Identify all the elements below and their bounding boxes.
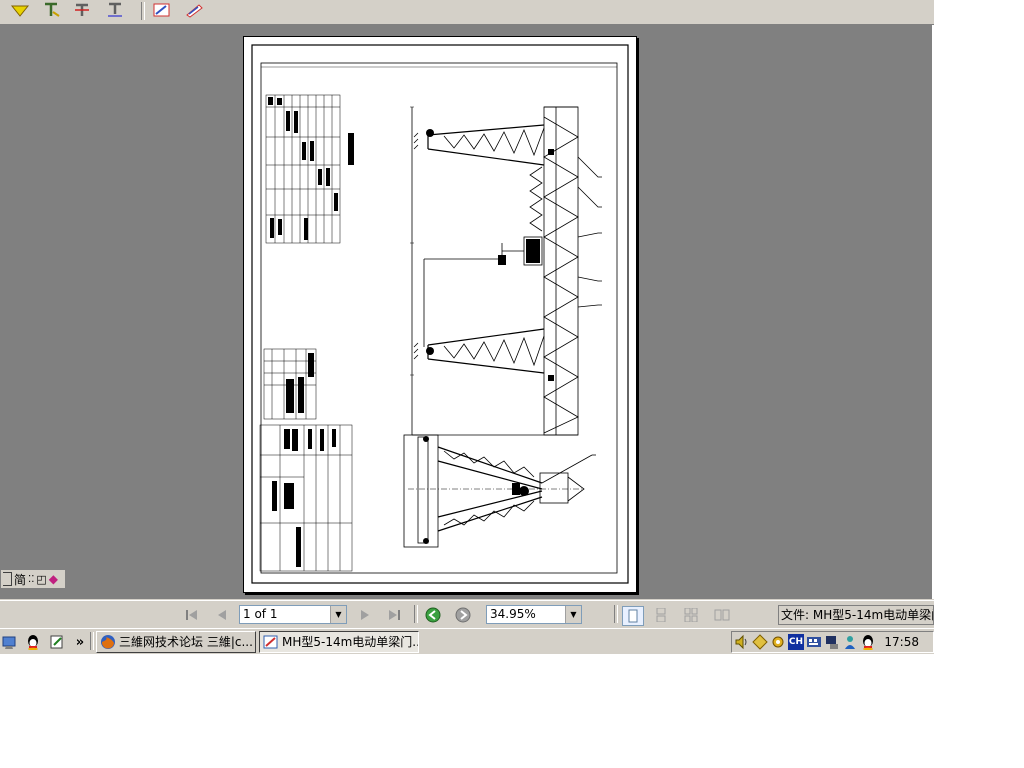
pdf-document-icon	[263, 635, 278, 649]
task-button-browser[interactable]: 三維网技术论坛 三維|c...	[96, 631, 256, 653]
underline-tool-icon[interactable]	[104, 0, 126, 20]
taskbar-separator	[90, 632, 94, 650]
next-page-icon[interactable]	[355, 606, 375, 624]
soft-keyboard-icon[interactable]: ◰	[36, 573, 46, 586]
facing-layout-icon[interactable]	[712, 606, 732, 624]
taskbar: » 三維网技术论坛 三維|c... MH型5-14m电动单梁门... CH 17…	[0, 628, 934, 654]
page-dropdown-arrow-icon[interactable]: ▼	[330, 606, 346, 623]
strike-tool-icon[interactable]	[71, 0, 93, 20]
punctuation-icon[interactable]: ⁚⁚	[28, 574, 34, 585]
previous-page-icon[interactable]	[212, 606, 232, 624]
page-number-input[interactable]: 1 of 1 ▼	[239, 605, 347, 624]
screen: 简 ⁚⁚ ◰ ◆ 1 of 1 ▼ 34.95% ▼ 文件: MH型5-14m电…	[0, 0, 934, 654]
toolbar-separator	[141, 2, 145, 20]
crane-engineering-drawing	[251, 44, 629, 584]
document-view[interactable]	[0, 25, 932, 599]
firefox-icon	[101, 635, 115, 649]
view-edge	[932, 25, 934, 599]
text-tool-icon[interactable]	[40, 0, 62, 20]
ime-menu-icon[interactable]: ◆	[49, 572, 58, 586]
notepad-edit-icon[interactable]	[48, 633, 66, 651]
go-forward-icon[interactable]	[453, 606, 473, 624]
pdf-page	[243, 36, 637, 593]
system-tray: CH 17:58	[731, 631, 934, 653]
task-label: MH型5-14m电动单梁门...	[282, 635, 419, 649]
task-label: 三維网技术论坛 三維|c...	[119, 635, 253, 649]
continuous-facing-layout-icon[interactable]	[681, 606, 701, 624]
computer-icon[interactable]	[824, 634, 840, 650]
annotation-toolbar	[0, 0, 934, 25]
pencil-tool-icon[interactable]	[183, 0, 205, 20]
keyboard-icon[interactable]	[806, 634, 822, 650]
file-name-label: 文件: MH型5-14m电动单梁门式	[778, 605, 934, 625]
ime-grip-icon	[3, 572, 12, 586]
continuous-layout-icon[interactable]	[651, 606, 671, 624]
zoom-value: 34.95%	[490, 607, 536, 621]
volume-icon[interactable]	[734, 634, 750, 650]
gear-icon[interactable]	[770, 634, 786, 650]
user-icon[interactable]	[842, 634, 858, 650]
qq-icon[interactable]	[24, 633, 42, 651]
edit-tool-icon[interactable]	[151, 0, 173, 20]
page-number-value: 1 of 1	[243, 607, 278, 621]
network-diamond-icon[interactable]	[752, 634, 768, 650]
single-page-layout-icon[interactable]	[622, 606, 644, 626]
ime-mode-text[interactable]: 简	[14, 571, 26, 588]
navigation-bar: 1 of 1 ▼ 34.95% ▼ 文件: MH型5-14m电动单梁	[0, 600, 934, 629]
nav-separator	[414, 605, 418, 623]
zoom-dropdown-arrow-icon[interactable]: ▼	[565, 606, 581, 623]
go-back-icon[interactable]	[423, 606, 443, 624]
highlight-tool-icon[interactable]	[9, 0, 31, 20]
last-page-icon[interactable]	[384, 606, 404, 624]
ime-toolbar[interactable]: 简 ⁚⁚ ◰ ◆	[0, 569, 66, 589]
qq-tray-icon[interactable]	[860, 634, 876, 650]
input-language-indicator[interactable]: CH	[788, 634, 804, 650]
quicklaunch-overflow[interactable]: »	[71, 633, 89, 651]
first-page-icon[interactable]	[182, 606, 202, 624]
zoom-input[interactable]: 34.95% ▼	[486, 605, 582, 624]
layout-separator	[614, 605, 618, 623]
clock: 17:58	[884, 635, 919, 649]
task-button-pdf-viewer[interactable]: MH型5-14m电动单梁门...	[259, 631, 419, 653]
show-desktop-icon[interactable]	[1, 633, 19, 651]
